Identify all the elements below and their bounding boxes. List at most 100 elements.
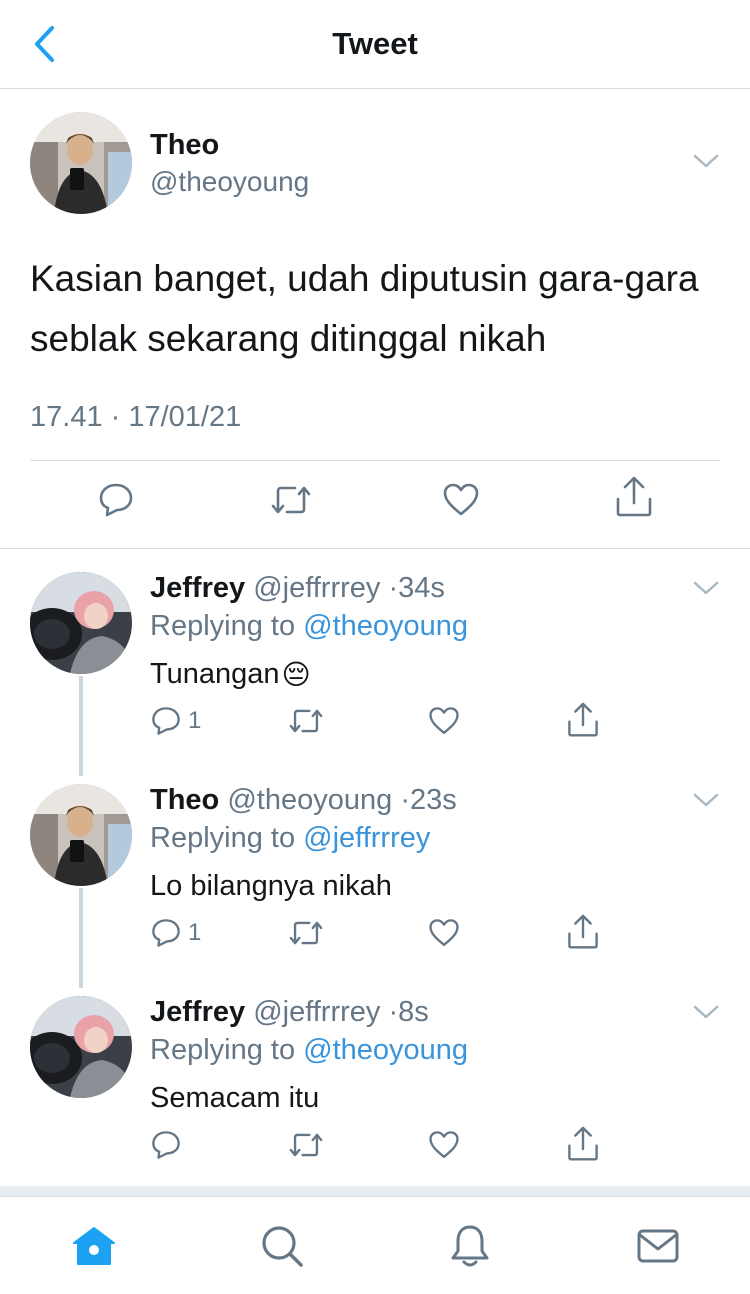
tab-bar-inner — [0, 1196, 750, 1294]
tab-search[interactable] — [252, 1221, 312, 1271]
mention-link[interactable]: @jeffrrrey — [303, 822, 430, 854]
page-title: Tweet — [332, 26, 418, 61]
like-icon — [429, 1131, 459, 1158]
notifications-icon — [451, 1225, 489, 1267]
author-handle[interactable]: @jeffrrrey — [253, 996, 380, 1028]
reply-tweet[interactable]: Jeffrey @jeffrrrey ·8s Replying to @theo… — [0, 996, 750, 1182]
replying-label: Replying to — [150, 1034, 296, 1066]
author-handle[interactable]: @theoyoung — [150, 166, 309, 198]
separator-dot: · — [400, 784, 410, 816]
share-button[interactable] — [566, 1125, 600, 1163]
reply-button[interactable]: 1 — [150, 917, 201, 949]
separator-dot: · — [388, 572, 399, 604]
reply-text: Lo bilangnya nikah — [150, 870, 392, 903]
retweet-button[interactable] — [288, 1129, 324, 1161]
tab-messages[interactable] — [628, 1221, 688, 1271]
author-handle[interactable]: @theoyoung — [227, 784, 392, 816]
tweet-time: 23s — [409, 784, 457, 816]
author-handle[interactable]: @jeffrrrey — [253, 572, 380, 604]
bottom-tab-bar — [0, 1186, 750, 1294]
retweet-button[interactable] — [288, 917, 324, 949]
author-name[interactable]: Jeffrey — [150, 572, 245, 604]
share-button[interactable] — [566, 701, 600, 739]
like-icon — [429, 919, 459, 946]
tab-home[interactable] — [64, 1221, 124, 1271]
tweet-time: 8s — [398, 996, 429, 1028]
replying-label: Replying to — [150, 610, 296, 642]
separator-dot: · — [388, 996, 399, 1028]
reply-count: 1 — [188, 707, 202, 734]
tab-notifications[interactable] — [440, 1221, 500, 1271]
like-button[interactable] — [442, 481, 480, 519]
avatar[interactable] — [30, 112, 132, 214]
tweet-options-button[interactable] — [692, 578, 720, 598]
retweet-icon — [289, 1133, 323, 1157]
reply-actions — [150, 1126, 620, 1169]
chevron-down-icon — [693, 1005, 719, 1019]
replying-label: Replying to — [150, 822, 296, 854]
messages-icon — [637, 1229, 679, 1263]
share-button[interactable] — [566, 913, 600, 951]
reply-icon — [99, 483, 133, 517]
chevron-down-icon — [693, 154, 719, 168]
avatar[interactable] — [30, 784, 132, 886]
retweet-icon — [289, 709, 323, 733]
author-name[interactable]: Theo — [150, 784, 219, 816]
share-icon — [568, 914, 598, 949]
like-button[interactable] — [428, 917, 460, 949]
reply-header: Theo @theoyoung ·23s — [150, 784, 457, 817]
retweet-icon — [289, 921, 323, 945]
chevron-down-icon — [693, 793, 719, 807]
replying-to: Replying to @jeffrrrey — [150, 822, 430, 855]
avatar[interactable] — [30, 572, 132, 674]
reply-actions: 1 — [150, 914, 620, 957]
reply-header: Jeffrey @jeffrrrey ·8s — [150, 996, 429, 1029]
share-button[interactable] — [614, 475, 654, 519]
main-tweet: Theo @theoyoung Kasian banget, udah dipu… — [0, 89, 750, 549]
reply-button[interactable] — [150, 1129, 182, 1161]
home-icon — [73, 1227, 115, 1265]
top-bar: Tweet — [0, 0, 750, 89]
like-button[interactable] — [428, 1129, 460, 1161]
divider — [30, 460, 720, 461]
reply-text-content: Semacam itu — [150, 1082, 320, 1114]
like-button[interactable] — [428, 705, 460, 737]
share-icon — [568, 702, 598, 737]
pensive-face-emoji: 😔 — [281, 658, 311, 691]
author-name[interactable]: Jeffrey — [150, 996, 245, 1028]
reply-text-content: Lo bilangnya nikah — [150, 870, 392, 902]
reply-count: 1 — [188, 919, 202, 946]
avatar[interactable] — [30, 996, 132, 1098]
like-icon — [443, 483, 479, 516]
share-icon — [616, 476, 652, 517]
tweet-options-button[interactable] — [692, 790, 720, 810]
reply-actions: 1 — [150, 702, 620, 745]
mention-link[interactable]: @theoyoung — [303, 1034, 468, 1066]
tweet-time: 34s — [398, 572, 445, 604]
reply-tweet[interactable]: Jeffrey @jeffrrrey ·34s Replying to @the… — [0, 572, 750, 762]
retweet-button[interactable] — [288, 705, 324, 737]
reply-button[interactable]: 1 — [150, 705, 201, 737]
reply-icon — [152, 919, 180, 947]
replying-to: Replying to @theoyoung — [150, 1034, 468, 1067]
share-icon — [568, 1126, 598, 1161]
reply-header: Jeffrey @jeffrrrey ·34s — [150, 572, 445, 605]
tweet-timestamp: 17.41 · 17/01/21 — [30, 401, 242, 433]
tweet-actions — [0, 476, 750, 527]
tweet-options-button[interactable] — [692, 151, 720, 171]
reply-text-content: Tunangan — [150, 658, 280, 690]
reply-icon — [152, 1131, 180, 1159]
author-name[interactable]: Theo — [150, 129, 219, 162]
reply-tweet[interactable]: Theo @theoyoung ·23s Replying to @jeffrr… — [0, 784, 750, 974]
replying-to: Replying to @theoyoung — [150, 610, 468, 643]
reply-text: Semacam itu — [150, 1082, 319, 1115]
search-icon — [262, 1226, 303, 1267]
reply-button[interactable] — [97, 481, 135, 519]
reply-icon — [152, 707, 180, 735]
like-icon — [429, 707, 459, 734]
mention-link[interactable]: @theoyoung — [303, 610, 468, 642]
retweet-button[interactable] — [270, 481, 312, 519]
tweet-options-button[interactable] — [692, 1002, 720, 1022]
tweet-text: Kasian banget, udah diputusin gara-gara … — [30, 258, 699, 359]
retweet-icon — [271, 486, 311, 514]
